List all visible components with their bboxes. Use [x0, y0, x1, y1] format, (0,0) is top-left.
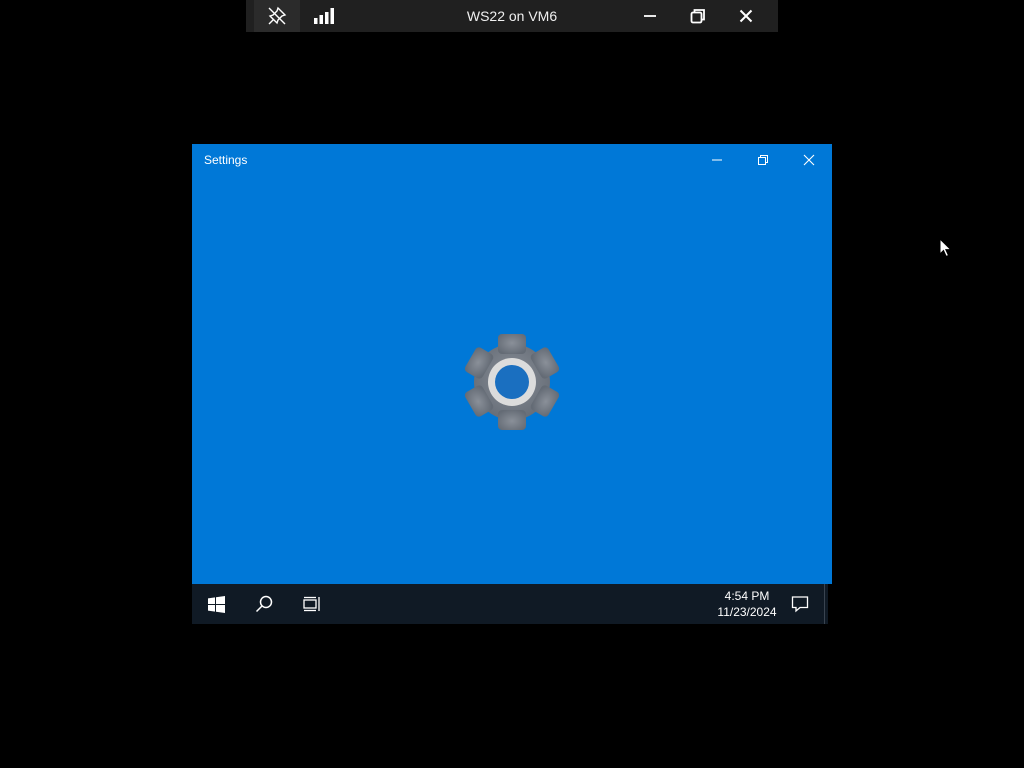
action-center-icon: [791, 596, 809, 613]
close-icon: [739, 9, 753, 23]
pin-icon: [268, 6, 287, 25]
window-title: Settings: [204, 153, 248, 167]
task-view-icon: [303, 596, 320, 612]
task-view-button[interactable]: [288, 584, 336, 624]
clock-date: 11/23/2024: [717, 605, 777, 619]
mouse-pointer-icon: [939, 238, 953, 258]
minimize-icon: [712, 159, 722, 161]
restore-icon: [690, 9, 705, 24]
settings-title-bar[interactable]: Settings: [192, 144, 832, 176]
connection-quality-button[interactable]: [302, 0, 348, 32]
close-icon: [803, 154, 815, 166]
clock-time: 4:54 PM: [724, 589, 770, 603]
gear-icon: [464, 334, 560, 430]
taskbar-clock[interactable]: 4:54 PM 11/23/2024: [710, 584, 784, 624]
rdp-minimize-button[interactable]: [626, 0, 674, 32]
taskbar: 4:54 PM 11/23/2024: [192, 584, 828, 624]
action-center-button[interactable]: [776, 584, 824, 624]
search-button[interactable]: [240, 584, 288, 624]
window-minimize-button[interactable]: [694, 144, 740, 176]
remote-connection-bar: WS22 on VM6: [246, 0, 778, 32]
search-icon: [255, 595, 273, 613]
restore-icon: [758, 155, 768, 165]
connection-title: WS22 on VM6: [466, 8, 558, 24]
windows-start-icon: [207, 595, 225, 613]
show-desktop-button[interactable]: [824, 584, 829, 624]
rdp-close-button[interactable]: [722, 0, 770, 32]
minimize-icon: [644, 15, 656, 17]
rdp-restore-button[interactable]: [674, 0, 722, 32]
window-close-button[interactable]: [786, 144, 832, 176]
settings-window: Settings: [192, 144, 832, 584]
start-button[interactable]: [192, 584, 240, 624]
connection-signal-icon: [314, 8, 334, 24]
window-restore-button[interactable]: [740, 144, 786, 176]
pin-connection-bar-button[interactable]: [254, 0, 300, 32]
